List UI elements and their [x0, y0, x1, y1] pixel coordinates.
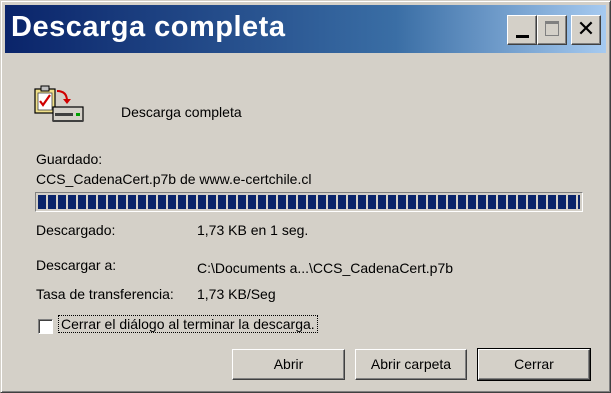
transfer-rate-label: Tasa de transferencia:: [36, 286, 174, 302]
progress-fill: [38, 195, 580, 209]
open-button[interactable]: Abrir: [232, 349, 345, 380]
open-folder-button[interactable]: Abrir carpeta: [355, 349, 467, 380]
downloaded-label: Descargado:: [36, 222, 116, 238]
download-complete-icon: [33, 85, 87, 125]
maximize-button: [537, 15, 567, 45]
close-on-finish-checkbox[interactable]: [38, 319, 53, 334]
download-to-label: Descargar a:: [36, 257, 117, 273]
close-window-button[interactable]: ✕: [571, 15, 601, 45]
close-on-finish-label[interactable]: Cerrar el diálogo al terminar la descarg…: [58, 315, 318, 333]
download-complete-dialog: Descarga completa ✕ Descarga completa Gu…: [0, 0, 611, 393]
status-text: Descarga completa: [121, 104, 242, 120]
close-button[interactable]: Cerrar: [477, 348, 591, 381]
maximize-icon: [545, 21, 559, 36]
minimize-button[interactable]: [507, 15, 537, 45]
minimize-icon: [516, 35, 529, 38]
window-title: Descarga completa: [11, 11, 286, 43]
download-progress-bar: [35, 192, 583, 212]
saved-value: CCS_CadenaCert.p7b de www.e-certchile.cl: [36, 171, 312, 187]
saved-label: Guardado:: [36, 151, 103, 167]
downloaded-value: 1,73 KB en 1 seg.: [197, 222, 309, 238]
download-to-value: C:\Documents a...\CCS_CadenaCert.p7b: [197, 260, 454, 276]
close-icon: ✕: [576, 17, 596, 42]
transfer-rate-value: 1,73 KB/Seg: [197, 286, 276, 302]
title-bar[interactable]: Descarga completa ✕: [5, 5, 606, 53]
